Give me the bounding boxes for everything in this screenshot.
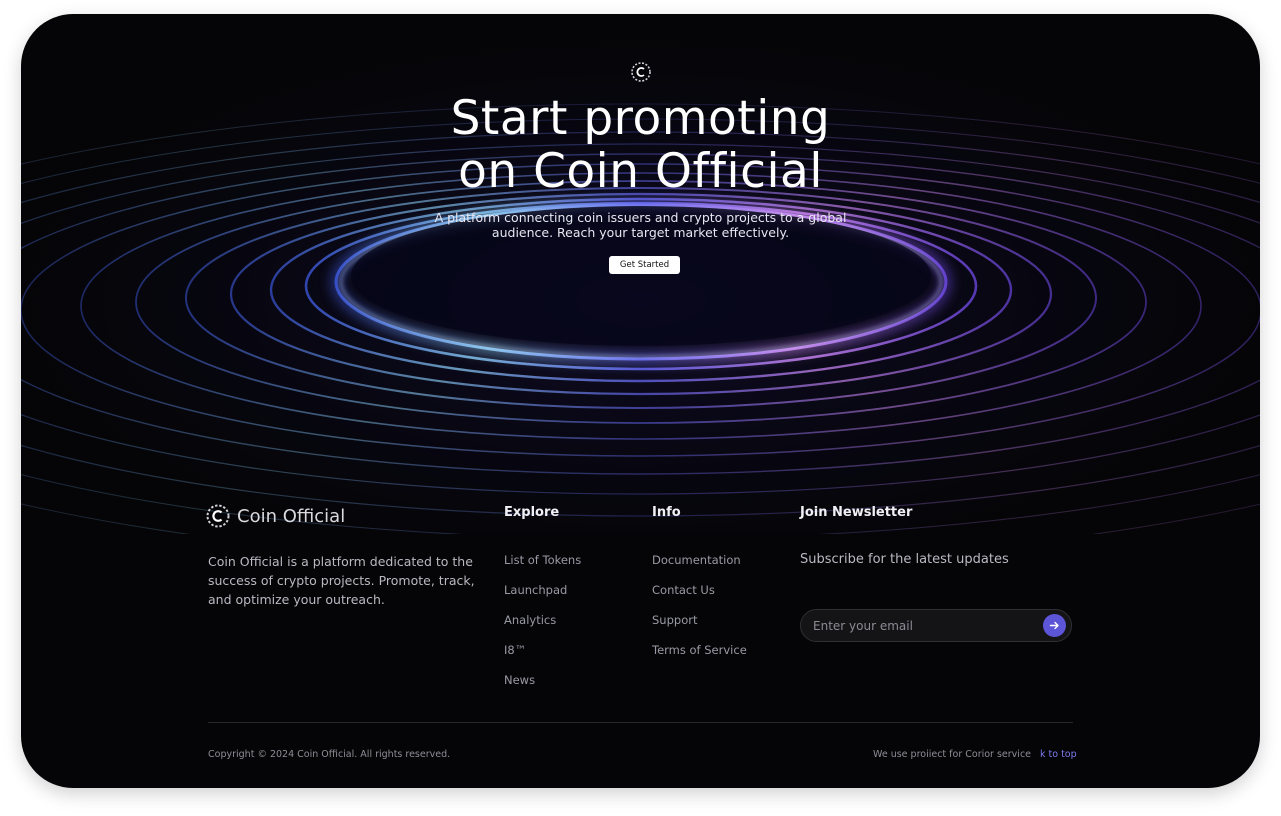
explore-link-analytics[interactable]: Analytics — [504, 611, 581, 641]
newsletter-form — [800, 609, 1072, 642]
hero-subtitle-line-2: audience. Reach your target market effec… — [491, 225, 790, 240]
cookie-notice: We use proiiect for Corior service — [873, 749, 1032, 760]
back-to-top-link[interactable]: k to top — [1040, 749, 1077, 760]
hero-title-line-2: on Coin Official — [458, 144, 823, 199]
hero-subtitle-line-1: A platform connecting coin issuers and c… — [434, 210, 847, 225]
info-heading: Info — [652, 505, 681, 520]
explore-heading: Explore — [504, 505, 560, 520]
brand-name: Coin Official — [237, 505, 346, 527]
explore-links: List of Tokens Launchpad Analytics I8™ N… — [504, 551, 581, 701]
page-frame: Start promoting on Coin Official A platf… — [21, 14, 1260, 788]
coin-logo-icon — [206, 504, 230, 528]
subscribe-button[interactable] — [1043, 614, 1066, 637]
newsletter-subtitle: Subscribe for the latest updates — [800, 552, 1009, 567]
explore-link-launchpad[interactable]: Launchpad — [504, 581, 581, 611]
info-link-support[interactable]: Support — [652, 611, 747, 641]
info-link-contact-us[interactable]: Contact Us — [652, 581, 747, 611]
info-links: Documentation Contact Us Support Terms o… — [652, 551, 747, 671]
arrow-right-icon — [1049, 621, 1059, 630]
explore-link-list-of-tokens[interactable]: List of Tokens — [504, 551, 581, 581]
copyright-text: Copyright © 2024 Coin Official. All righ… — [208, 749, 451, 760]
info-link-terms-of-service[interactable]: Terms of Service — [652, 641, 747, 671]
hero-title-line-1: Start promoting — [450, 91, 831, 146]
explore-link-news[interactable]: News — [504, 671, 581, 701]
footer-divider — [208, 722, 1073, 723]
brand-description: Coin Official is a platform dedicated to… — [208, 554, 475, 607]
explore-link-i8[interactable]: I8™ — [504, 641, 581, 671]
newsletter-heading: Join Newsletter — [800, 505, 913, 520]
get-started-button[interactable]: Get Started — [609, 256, 680, 274]
info-link-documentation[interactable]: Documentation — [652, 551, 747, 581]
coin-logo-icon — [631, 62, 651, 82]
footer-brand[interactable]: Coin Official — [205, 503, 345, 529]
email-input[interactable] — [813, 617, 1033, 635]
